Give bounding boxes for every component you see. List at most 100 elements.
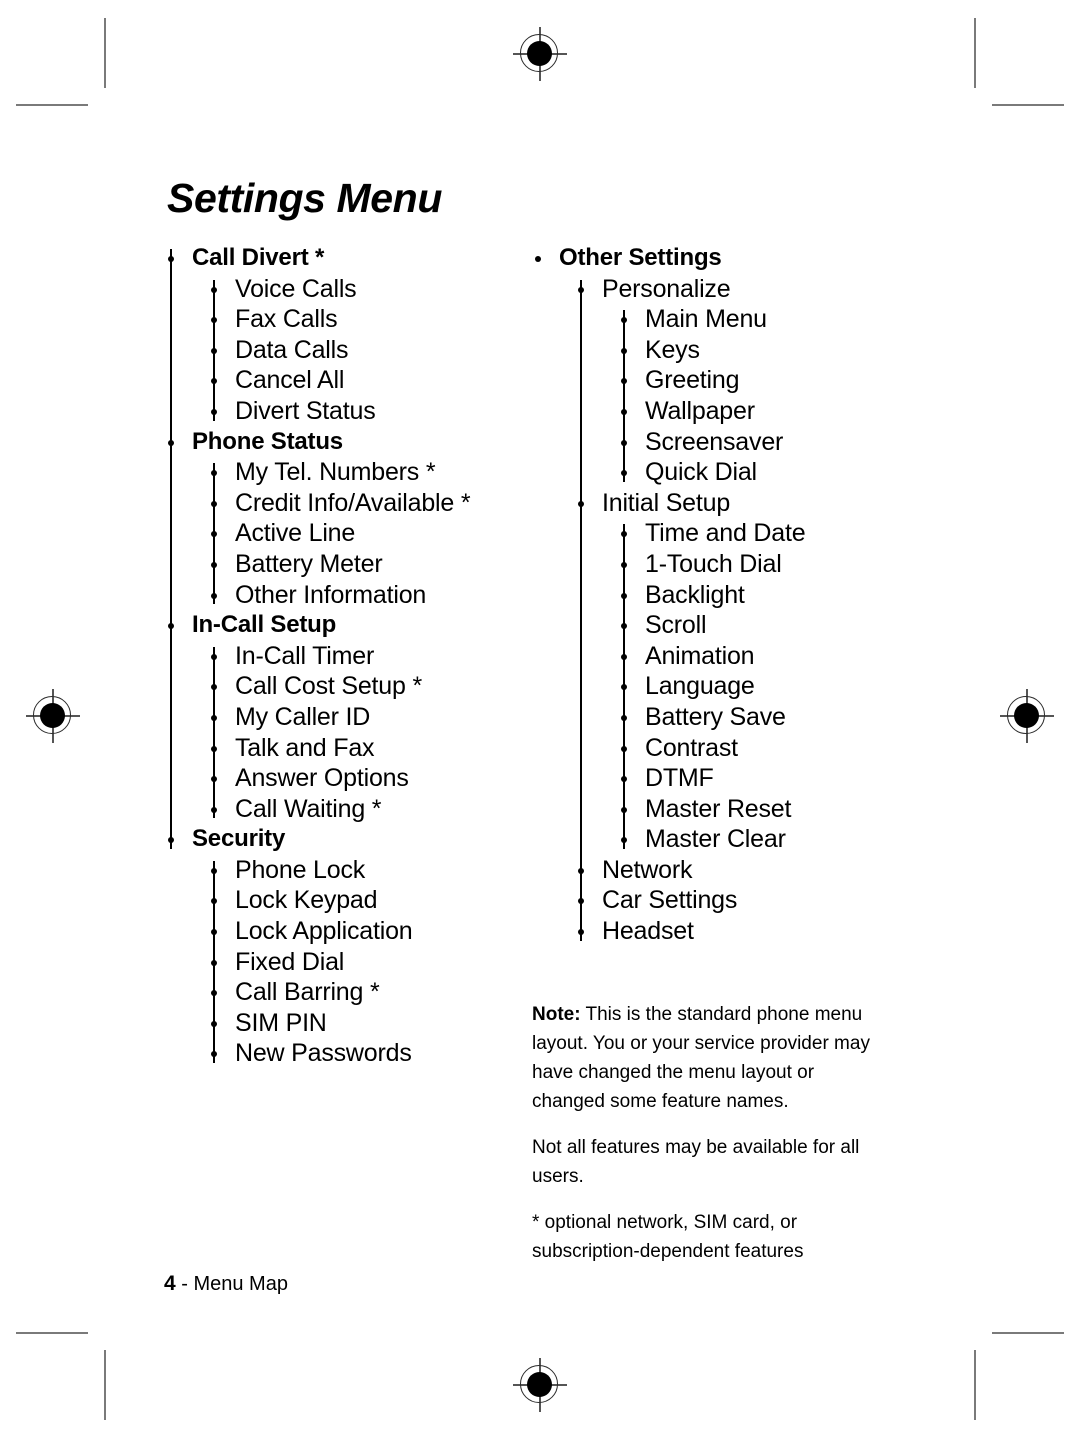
menu-item-my-caller-id[interactable]: My Caller ID xyxy=(165,702,535,733)
manual-page: Settings Menu Call Divert * Voice Calls Fa… xyxy=(0,0,1080,1438)
menu-item-new-passwords[interactable]: New Passwords xyxy=(165,1038,535,1069)
note-paragraph-3: * optional network, SIM card, or subscri… xyxy=(532,1212,804,1262)
menu-item-fixed-dial[interactable]: Fixed Dial xyxy=(165,947,535,978)
menu-item-in-call-setup[interactable]: In-Call Setup xyxy=(165,610,535,641)
menu-item-label: Fax Calls xyxy=(235,305,338,334)
menu-item-greeting[interactable]: Greeting xyxy=(532,365,932,396)
menu-item-my-tel-numbers[interactable]: My Tel. Numbers * xyxy=(165,457,535,488)
menu-item-main-menu[interactable]: Main Menu xyxy=(532,304,932,335)
bullet-icon xyxy=(621,776,627,783)
menu-item-other-information[interactable]: Other Information xyxy=(165,580,535,611)
menu-tree-left-column: Call Divert * Voice Calls Fax Calls Data Ca… xyxy=(165,243,535,1069)
bullet-icon xyxy=(211,500,217,507)
menu-item-label: Divert Status xyxy=(235,396,376,425)
menu-item-label: 1-Touch Dial xyxy=(645,549,782,578)
bullet-icon xyxy=(168,623,174,630)
bullet-icon xyxy=(621,684,627,691)
menu-item-label: Main Menu xyxy=(645,305,767,334)
bullet-icon xyxy=(211,959,217,966)
bullet-icon xyxy=(621,561,627,568)
bullet-icon xyxy=(211,347,217,354)
menu-item-label: Greeting xyxy=(645,366,740,395)
menu-item-label: Active Line xyxy=(235,519,356,548)
menu-item-master-reset[interactable]: Master Reset xyxy=(532,794,932,825)
footer-separator: - xyxy=(175,1273,194,1295)
menu-item-label: DTMF xyxy=(645,764,714,793)
menu-item-initial-setup[interactable]: Initial Setup xyxy=(532,488,932,519)
menu-item-other-settings[interactable]: Other Settings xyxy=(532,243,932,274)
menu-item-phone-status[interactable]: Phone Status xyxy=(165,427,535,458)
menu-item-scroll[interactable]: Scroll xyxy=(532,610,932,641)
note-block: Note: This is the standard phone menu la… xyxy=(532,1000,884,1266)
menu-item-time-and-date[interactable]: Time and Date xyxy=(532,518,932,549)
menu-item-label: Call Divert * xyxy=(192,244,325,271)
bullet-icon xyxy=(211,317,217,324)
menu-item-1-touch-dial[interactable]: 1-Touch Dial xyxy=(532,549,932,580)
menu-item-fax-calls[interactable]: Fax Calls xyxy=(165,304,535,335)
menu-item-call-waiting[interactable]: Call Waiting * xyxy=(165,794,535,825)
menu-item-data-calls[interactable]: Data Calls xyxy=(165,335,535,366)
menu-item-call-barring[interactable]: Call Barring * xyxy=(165,977,535,1008)
menu-item-master-clear[interactable]: Master Clear xyxy=(532,824,932,855)
menu-item-battery-meter[interactable]: Battery Meter xyxy=(165,549,535,580)
menu-item-label: Network xyxy=(602,855,693,884)
bullet-icon xyxy=(621,470,627,477)
menu-item-active-line[interactable]: Active Line xyxy=(165,518,535,549)
menu-item-phone-lock[interactable]: Phone Lock xyxy=(165,855,535,886)
menu-item-label: Fixed Dial xyxy=(235,947,345,976)
menu-item-network[interactable]: Network xyxy=(532,855,932,886)
menu-item-call-divert[interactable]: Call Divert * xyxy=(165,243,535,274)
menu-item-label: Credit Info/Available * xyxy=(235,488,471,517)
footer-page-number: 4 xyxy=(164,1272,176,1295)
bullet-icon xyxy=(621,623,627,630)
menu-item-label: Voice Calls xyxy=(235,274,357,303)
menu-item-label: Call Cost Setup * xyxy=(235,672,422,701)
menu-item-label: Cancel All xyxy=(235,366,345,395)
menu-item-cancel-all[interactable]: Cancel All xyxy=(165,365,535,396)
menu-item-animation[interactable]: Animation xyxy=(532,641,932,672)
menu-item-contrast[interactable]: Contrast xyxy=(532,733,932,764)
bullet-icon xyxy=(211,806,217,813)
menu-item-backlight[interactable]: Backlight xyxy=(532,580,932,611)
menu-item-keys[interactable]: Keys xyxy=(532,335,932,366)
menu-item-label: Contrast xyxy=(645,733,738,762)
menu-item-call-cost-setup[interactable]: Call Cost Setup * xyxy=(165,671,535,702)
note-paragraph-1-text: This is the standard phone menu layout. … xyxy=(532,1004,870,1112)
bullet-icon xyxy=(621,439,627,446)
menu-item-battery-save[interactable]: Battery Save xyxy=(532,702,932,733)
menu-item-car-settings[interactable]: Car Settings xyxy=(532,885,932,916)
menu-item-lock-keypad[interactable]: Lock Keypad xyxy=(165,885,535,916)
bullet-icon xyxy=(211,531,217,538)
menu-item-credit-info-available[interactable]: Credit Info/Available * xyxy=(165,488,535,519)
bullet-icon xyxy=(211,408,217,415)
bullet-icon xyxy=(211,990,217,997)
menu-item-lock-application[interactable]: Lock Application xyxy=(165,916,535,947)
menu-item-voice-calls[interactable]: Voice Calls xyxy=(165,274,535,305)
bullet-icon xyxy=(621,378,627,385)
menu-item-wallpaper[interactable]: Wallpaper xyxy=(532,396,932,427)
menu-item-security[interactable]: Security xyxy=(165,824,535,855)
menu-item-language[interactable]: Language xyxy=(532,671,932,702)
menu-item-label: Car Settings xyxy=(602,886,738,915)
menu-item-answer-options[interactable]: Answer Options xyxy=(165,763,535,794)
bullet-icon xyxy=(211,776,217,783)
menu-item-sim-pin[interactable]: SIM PIN xyxy=(165,1008,535,1039)
menu-item-talk-and-fax[interactable]: Talk and Fax xyxy=(165,733,535,764)
menu-item-personalize[interactable]: Personalize xyxy=(532,274,932,305)
bullet-icon xyxy=(578,500,584,507)
menu-item-label: Call Barring * xyxy=(235,978,380,1007)
bullet-icon xyxy=(578,929,584,936)
menu-item-label: Other Information xyxy=(235,580,427,609)
menu-item-label: Talk and Fax xyxy=(235,733,375,762)
menu-item-screensaver[interactable]: Screensaver xyxy=(532,427,932,458)
menu-item-label: Personalize xyxy=(602,274,731,303)
menu-item-in-call-timer[interactable]: In-Call Timer xyxy=(165,641,535,672)
bullet-icon xyxy=(168,256,174,262)
menu-item-label: Screensaver xyxy=(645,427,784,456)
menu-item-dtmf[interactable]: DTMF xyxy=(532,763,932,794)
menu-item-quick-dial[interactable]: Quick Dial xyxy=(532,457,932,488)
note-paragraph-2: Not all features may be available for al… xyxy=(532,1137,860,1187)
menu-item-divert-status[interactable]: Divert Status xyxy=(165,396,535,427)
menu-item-label: Backlight xyxy=(645,580,745,609)
menu-item-headset[interactable]: Headset xyxy=(532,916,932,947)
